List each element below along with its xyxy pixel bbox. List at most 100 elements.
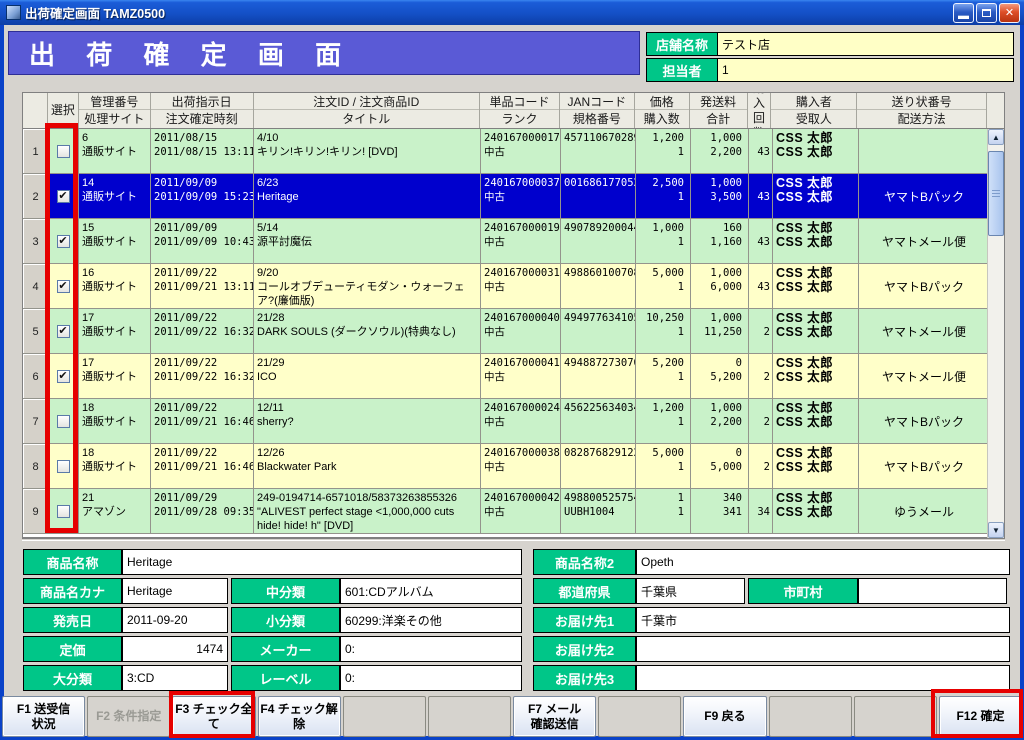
row-select-cell xyxy=(48,489,79,533)
scrollbar-thumb[interactable] xyxy=(988,151,1004,236)
prefecture-value[interactable]: 千葉県 xyxy=(636,578,745,604)
row-checkbox[interactable] xyxy=(57,280,70,293)
product-name-value[interactable]: Heritage xyxy=(122,549,522,575)
fkey-f3[interactable]: F3 チェック全て xyxy=(172,696,255,737)
sub-class-value[interactable]: 60299:洋楽その他 xyxy=(340,607,522,633)
fkey-f4[interactable]: F4 チェック解除 xyxy=(258,696,341,737)
address1-field: お届け先1 千葉市 xyxy=(533,607,1010,633)
product-name2-value[interactable]: Opeth xyxy=(636,549,1010,575)
scroll-down-icon[interactable]: ▼ xyxy=(988,522,1004,538)
row-number[interactable]: 1 xyxy=(23,129,48,173)
sub-class-label: 小分類 xyxy=(231,607,340,633)
address1-value[interactable]: 千葉市 xyxy=(636,607,1010,633)
maximize-button[interactable] xyxy=(976,3,997,23)
staff-label: 担当者 xyxy=(646,58,718,82)
minimize-button[interactable]: ▬ xyxy=(953,3,974,23)
row-select-cell xyxy=(48,174,79,218)
list-price-field: 定価 1474 xyxy=(23,636,228,662)
list-price-value[interactable]: 1474 xyxy=(122,636,228,662)
app-icon xyxy=(6,5,21,20)
title-bar: 出荷確定画面 TAMZ0500 ▬ ✕ xyxy=(0,0,1024,25)
header-jan: JANコード規格番号 xyxy=(560,93,635,128)
fkey-f1[interactable]: F1 送受信 状況 xyxy=(2,696,85,737)
header-order: 注文ID / 注文商品IDタイトル xyxy=(254,93,481,128)
orders-grid: 選択 管理番号処理サイト 出荷指示日注文確定時刻 注文ID / 注文商品IDタイ… xyxy=(22,92,1005,538)
row-number[interactable]: 6 xyxy=(23,354,48,398)
row-number[interactable]: 9 xyxy=(23,489,48,533)
row-number[interactable]: 2 xyxy=(23,174,48,218)
store-name-value[interactable]: テスト店 xyxy=(718,32,1014,56)
address3-value[interactable] xyxy=(636,665,1010,691)
row-number[interactable]: 4 xyxy=(23,264,48,308)
major-class-value[interactable]: 3:CD xyxy=(122,665,228,691)
product-kana-value[interactable]: Heritage xyxy=(122,578,228,604)
address2-value[interactable] xyxy=(636,636,1010,662)
release-date-field: 発売日 2011-09-20 xyxy=(23,607,228,633)
store-name-field: 店舗名称 テスト店 xyxy=(646,32,1014,56)
table-row[interactable]: 7 18通販サイト 2011/09/222011/09/21 16:46 12/… xyxy=(23,399,989,444)
prefecture-label: 都道府県 xyxy=(533,578,636,604)
fkey-slot-6 xyxy=(428,696,511,737)
fkey-slot-5 xyxy=(343,696,426,737)
table-row[interactable]: 3 15通販サイト 2011/09/092011/09/09 10:43 5/1… xyxy=(23,219,989,264)
row-number[interactable]: 5 xyxy=(23,309,48,353)
city-label: 市町村 xyxy=(748,578,858,604)
row-checkbox[interactable] xyxy=(57,325,70,338)
row-number[interactable]: 7 xyxy=(23,399,48,443)
header-times: 購入 回数 xyxy=(748,93,772,128)
maker-value[interactable]: 0: xyxy=(340,636,522,662)
mid-class-label: 中分類 xyxy=(231,578,340,604)
address2-field: お届け先2 xyxy=(533,636,1010,662)
page-title: 出 荷 確 定 画 面 xyxy=(29,35,353,72)
table-row[interactable]: 8 18通販サイト 2011/09/222011/09/21 16:46 12/… xyxy=(23,444,989,489)
row-select-cell xyxy=(48,354,79,398)
staff-value[interactable]: 1 xyxy=(718,58,1014,82)
table-row[interactable]: 4 16通販サイト 2011/09/222011/09/21 13:11 9/2… xyxy=(23,264,989,309)
row-checkbox[interactable] xyxy=(57,190,70,203)
vertical-scrollbar[interactable]: ▲ ▼ xyxy=(987,129,1004,538)
header-buyer: 購入者受取人 xyxy=(771,93,857,128)
row-checkbox[interactable] xyxy=(57,460,70,473)
header-select: 選択 xyxy=(48,93,79,128)
row-checkbox[interactable] xyxy=(57,235,70,248)
row-number[interactable]: 3 xyxy=(23,219,48,263)
function-key-bar: F1 送受信 状況F2 条件指定F3 チェック全てF4 チェック解除F7 メール… xyxy=(2,696,1022,737)
address3-label: お届け先3 xyxy=(533,665,636,691)
fkey-f9[interactable]: F9 戻る xyxy=(683,696,766,737)
fkey-f7[interactable]: F7 メール 確認送信 xyxy=(513,696,596,737)
close-button[interactable]: ✕ xyxy=(999,3,1020,23)
fkey-f12[interactable]: F12 確定 xyxy=(939,696,1022,737)
row-checkbox[interactable] xyxy=(57,145,70,158)
fkey-slot-10 xyxy=(769,696,852,737)
row-checkbox[interactable] xyxy=(57,415,70,428)
header-fee: 発送料合計 xyxy=(690,93,748,128)
close-icon: ✕ xyxy=(1005,6,1014,19)
mid-class-value[interactable]: 601:CDアルバム xyxy=(340,578,522,604)
table-row[interactable]: 2 14通販サイト 2011/09/092011/09/09 15:23 6/2… xyxy=(23,174,989,219)
row-checkbox[interactable] xyxy=(57,505,70,518)
scroll-up-icon[interactable]: ▲ xyxy=(988,129,1004,145)
table-row[interactable]: 5 17通販サイト 2011/09/222011/09/22 16:32 21/… xyxy=(23,309,989,354)
label-value[interactable]: 0: xyxy=(340,665,522,691)
product-kana-field: 商品名カナ Heritage xyxy=(23,578,228,604)
major-class-label: 大分類 xyxy=(23,665,122,691)
maker-label: メーカー xyxy=(231,636,340,662)
grid-header: 選択 管理番号処理サイト 出荷指示日注文確定時刻 注文ID / 注文商品IDタイ… xyxy=(23,93,1004,129)
city-value[interactable] xyxy=(858,578,1007,604)
window-title: 出荷確定画面 TAMZ0500 xyxy=(25,3,165,22)
header-rownum xyxy=(23,93,48,128)
table-row[interactable]: 1 6通販サイト 2011/08/152011/08/15 13:11 4/10… xyxy=(23,129,989,174)
table-row[interactable]: 9 21アマゾン 2011/09/292011/09/28 09:35 249-… xyxy=(23,489,989,534)
release-date-value[interactable]: 2011-09-20 xyxy=(122,607,228,633)
address1-label: お届け先1 xyxy=(533,607,636,633)
row-number[interactable]: 8 xyxy=(23,444,48,488)
header-stub xyxy=(987,93,1004,128)
sub-class-field: 小分類 60299:洋楽その他 xyxy=(231,607,522,633)
table-row[interactable]: 6 17通販サイト 2011/09/222011/09/22 16:32 21/… xyxy=(23,354,989,399)
row-checkbox[interactable] xyxy=(57,370,70,383)
fkey-slot-11 xyxy=(854,696,937,737)
row-select-cell xyxy=(48,264,79,308)
row-select-cell xyxy=(48,309,79,353)
address2-label: お届け先2 xyxy=(533,636,636,662)
header-date: 出荷指示日注文確定時刻 xyxy=(151,93,254,128)
